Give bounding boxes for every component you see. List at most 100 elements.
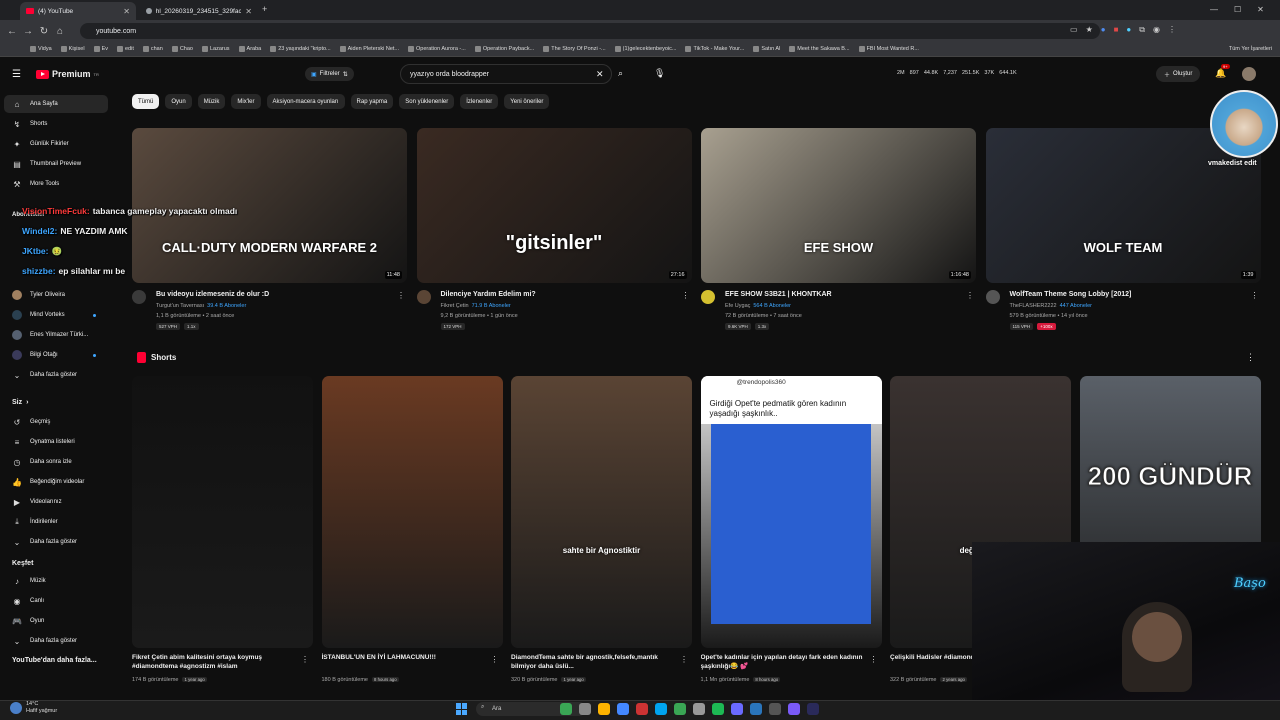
short-thumbnail[interactable] (132, 376, 313, 648)
sidebar-you-item[interactable]: ▶ Videolarınız (4, 493, 108, 511)
video-channel[interactable]: TheFLASHER2222 447 Aboneler (1010, 303, 1250, 309)
short-menu-icon[interactable]: ⋮ (491, 655, 499, 664)
short-title[interactable]: İSTANBUL'UN EN İYİ LAHMACUNU!!! (322, 653, 487, 662)
maximize-icon[interactable]: ☐ (1234, 5, 1241, 14)
you-heading[interactable]: Siz › (12, 399, 28, 406)
sidebar-channel[interactable]: Bilgi Otağı (4, 346, 108, 364)
bookmark-item[interactable]: Aiden Pleterski Net... (339, 46, 399, 52)
sidebar-explore-item[interactable]: 🎮 Oyun (4, 612, 108, 630)
video-menu-icon[interactable]: ⋮ (1251, 291, 1259, 300)
short-menu-icon[interactable]: ⋮ (301, 655, 309, 664)
video-menu-icon[interactable]: ⋮ (397, 291, 405, 300)
sidebar-item-2[interactable]: ✦ Günlük Fikirler (4, 135, 108, 153)
url-input[interactable]: youtube.com (80, 23, 1100, 39)
bookmark-item[interactable]: TikTok - Make Your... (685, 46, 744, 52)
close-tab-icon[interactable]: ✕ (245, 7, 252, 16)
forward-icon[interactable]: → (20, 26, 36, 37)
tab-second[interactable]: hl_20260319_234515_329face5... ✕ (140, 2, 258, 20)
video-thumbnail[interactable]: EFE SHOW 1:16:48 (701, 128, 976, 283)
taskbar-app-icon[interactable] (693, 703, 705, 715)
youtube-logo[interactable]: Premium TR (36, 69, 99, 79)
sidebar-item-0[interactable]: ⌂ Ana Sayfa (4, 95, 108, 113)
bookmark-item[interactable]: chan (142, 46, 163, 52)
taskbar-app-icon[interactable] (636, 703, 648, 715)
video-title[interactable]: WolfTeam Theme Song Lobby [2012] (1010, 291, 1250, 298)
close-tab-icon[interactable]: ✕ (123, 7, 130, 16)
new-tab-button[interactable]: + (262, 4, 267, 14)
sidebar-you-item[interactable]: ⤓ İndirilenler (4, 513, 108, 531)
search-icon[interactable]: ⌕ (618, 68, 623, 79)
video-menu-icon[interactable]: ⋮ (682, 291, 690, 300)
sidebar-channel[interactable]: Enes Yilmazer Türki... (4, 326, 108, 344)
sidebar-item-1[interactable]: ↯ Shorts (4, 115, 108, 133)
short-thumbnail[interactable]: @trendopolis360 Girdiği Opet'te pedmatik … (700, 376, 882, 648)
short-title[interactable]: DiamondTema sahte bir agnostik,felsefe,m… (511, 653, 676, 671)
extensions-puzzle-icon[interactable]: ⧉ (1139, 25, 1145, 35)
chip-7[interactable]: İzlenenler (460, 94, 499, 109)
chip-1[interactable]: Oyun (165, 94, 192, 109)
home-browser-icon[interactable]: ⌂ (52, 26, 68, 37)
sidebar-explore-item[interactable]: ⌄ Daha fazla göster (4, 632, 108, 650)
taskbar-app-icon[interactable] (750, 703, 762, 715)
video-card[interactable]: "gitsinler" 27:16 Dilenciye Yardım Edelim … (416, 128, 692, 333)
profile-icon[interactable]: ◉ (1153, 25, 1160, 35)
bookmark-item[interactable]: 23 yaşındaki "kripto... (270, 46, 331, 52)
taskbar-app-icon[interactable] (769, 703, 781, 715)
weather-widget[interactable]: 14°C Hafif yağmur (26, 701, 57, 715)
bookmark-item[interactable]: Operation Aurora -... (408, 46, 466, 52)
bookmark-item[interactable]: Lazarus (201, 46, 230, 52)
short-title[interactable]: Opet'te kadınlar için yapılan detayı far… (701, 653, 866, 671)
bookmark-item[interactable]: edit (117, 46, 134, 52)
chip-3[interactable]: Mix'ler (231, 94, 261, 109)
bookmark-item[interactable]: Vidya (30, 46, 52, 52)
video-menu-icon[interactable]: ⋮ (966, 291, 974, 300)
video-channel[interactable]: Efe Uygaç 564 B Aboneler (725, 303, 965, 309)
minimize-icon[interactable]: — (1210, 5, 1218, 14)
bookmark-item[interactable]: Ev (93, 46, 108, 52)
bookmark-item[interactable]: Kişisel (60, 46, 85, 52)
sidebar-you-item[interactable]: ⌄ Daha fazla göster (4, 533, 108, 551)
chip-4[interactable]: Aksiyon-macera oyunları (266, 94, 345, 109)
short-title[interactable]: Fikret Çetin abim kalitesini ortaya koym… (132, 653, 297, 671)
chip-2[interactable]: Müzik (197, 94, 226, 109)
short-card[interactable]: Fikret Çetin abim kalitesini ortaya koym… (132, 376, 313, 686)
search-input[interactable]: yyazıyo orda bloodrapper (400, 64, 612, 84)
taskbar-app-icon[interactable] (731, 703, 743, 715)
video-title[interactable]: Dilenciye Yardım Edelim mi? (441, 291, 681, 298)
sidebar-item-3[interactable]: ▤ Thumbnail Preview (4, 155, 108, 173)
microphone-icon[interactable]: 🎙 (654, 68, 665, 79)
short-menu-icon[interactable]: ⋮ (680, 655, 688, 664)
channels-show-more[interactable]: ⌄ Daha fazla göster (4, 366, 108, 384)
clear-search-icon[interactable]: ✕ (596, 69, 604, 80)
chip-6[interactable]: Son yüklenenler (399, 94, 455, 109)
channel-avatar[interactable] (132, 290, 146, 304)
video-channel[interactable]: Fikret Çetin 71.9 B Aboneler (441, 303, 681, 309)
channel-avatar[interactable] (701, 290, 715, 304)
taskbar-app-icon[interactable] (560, 703, 572, 715)
sidebar-you-item[interactable]: ↺ Geçmiş (4, 413, 108, 431)
short-card[interactable]: sahte bir Agnostiktir DiamondTema sahte b… (511, 376, 692, 686)
video-card[interactable]: WOLF TEAM 1:39 WolfTeam Theme Song Lobby [… (985, 128, 1261, 333)
close-window-icon[interactable]: ✕ (1257, 5, 1264, 14)
short-menu-icon[interactable]: ⋮ (870, 655, 878, 664)
short-thumbnail[interactable]: sahte bir Agnostiktir (511, 376, 692, 648)
star-icon[interactable]: ★ (1086, 25, 1093, 35)
create-button[interactable]: ＋ Oluştur (1156, 66, 1201, 82)
chip-0[interactable]: Tümü (132, 94, 160, 109)
channel-avatar[interactable] (985, 290, 1000, 304)
channel-avatar[interactable] (416, 290, 431, 304)
chip-5[interactable]: Rap yapma (350, 94, 394, 109)
video-thumbnail[interactable]: "gitsinler" 27:16 (416, 128, 692, 283)
taskbar-app-icon[interactable] (579, 703, 591, 715)
short-card[interactable]: İSTANBUL'UN EN İYİ LAHMACUNU!!! 180 B gör… (321, 376, 503, 686)
video-title[interactable]: Bu videoyu izlemeseniz de olur :D (156, 291, 396, 298)
filters-button[interactable]: ▣ Filtreler ⇅ (305, 67, 354, 81)
short-thumbnail[interactable] (321, 376, 503, 648)
bookmark-item[interactable]: Operation Payback... (474, 46, 534, 52)
video-thumbnail[interactable]: WOLF TEAM 1:39 (985, 128, 1261, 283)
taskbar-app-icon[interactable] (617, 703, 629, 715)
windows-start-icon[interactable] (456, 703, 468, 715)
bookmark-item[interactable]: Araba (238, 46, 261, 52)
taskbar-app-icon[interactable] (712, 703, 724, 715)
extension-icon[interactable]: ■ (1114, 25, 1119, 35)
